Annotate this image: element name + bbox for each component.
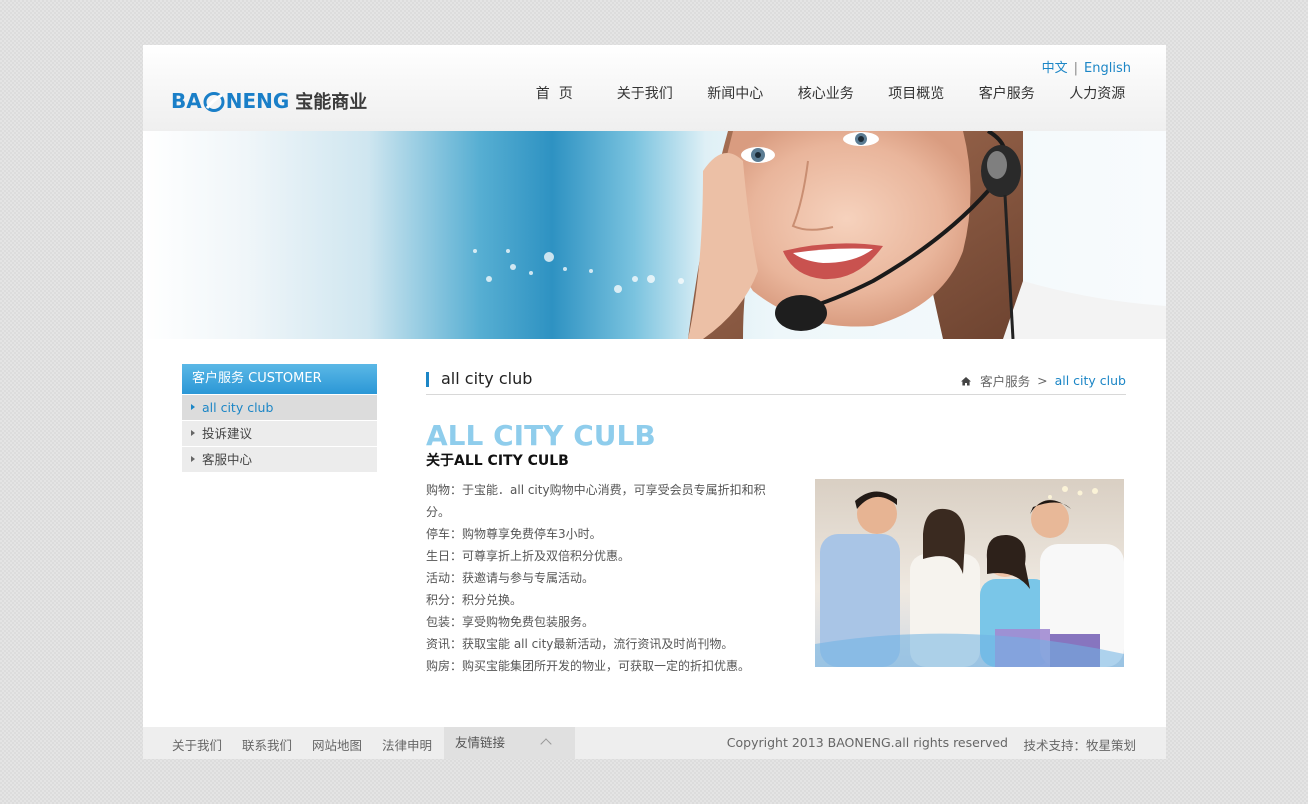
logo-text-cn: 宝能商业 <box>295 92 368 113</box>
sidebar-item-complaints[interactable]: 投诉建议 <box>182 421 377 446</box>
sidebar-item-label: 投诉建议 <box>202 426 253 441</box>
benefit-line: 包装：享受购物免费包装服务。 <box>426 615 595 629</box>
friend-links-label: 友情链接 <box>455 735 506 750</box>
breadcrumb: 客户服务 > all city club <box>960 371 1126 390</box>
footer: 关于我们 联系我们 网站地图 法律申明 友情链接 Copyright 2013 … <box>143 727 1166 759</box>
page-subtitle: 关于ALL CITY CULB <box>426 453 569 469</box>
nav-home[interactable]: 首 页 <box>509 83 600 103</box>
logo-o-icon <box>203 92 225 112</box>
sidebar-title: 客户服务 CUSTOMER SERVICE <box>182 364 377 416</box>
footer-link-sitemap[interactable]: 网站地图 <box>312 735 362 754</box>
benefit-line: 活动：获邀请与参与专属活动。 <box>426 571 595 585</box>
shoppers-illustration <box>815 479 1124 667</box>
caret-right-icon <box>191 456 195 462</box>
benefit-line: 停车：购物尊享免费停车3小时。 <box>426 527 602 541</box>
lang-separator: | <box>1073 61 1079 76</box>
nav-news[interactable]: 新闻中心 <box>690 83 781 103</box>
lang-chinese-link[interactable]: 中文 <box>1042 61 1068 76</box>
sidebar-item-label: 客服中心 <box>202 452 253 467</box>
nav-about[interactable]: 关于我们 <box>600 83 691 103</box>
benefit-line: 生日：可尊享折上折及双倍积分优惠。 <box>426 549 631 563</box>
footer-link-about[interactable]: 关于我们 <box>172 735 222 754</box>
tech-support-text: 技术支持：牧星策划 <box>1023 738 1136 753</box>
benefit-line: 购房：购买宝能集团所开发的物业，可获取一定的折扣优惠。 <box>426 659 751 673</box>
banner-image <box>143 131 1166 339</box>
nav-customer-service[interactable]: 客户服务 <box>962 83 1053 103</box>
sidebar-item-service-center[interactable]: 客服中心 <box>182 447 377 472</box>
footer-link-legal[interactable]: 法律申明 <box>382 735 432 754</box>
sidebar-menu: all city club 投诉建议 客服中心 <box>182 395 377 473</box>
benefit-line: 资讯：获取宝能 all city最新活动，流行资讯及时尚刊物。 <box>426 637 734 651</box>
lang-english-link[interactable]: English <box>1084 61 1131 76</box>
benefit-line: 购物：于宝能．all city购物中心消费，可享受会员专属折扣和积分。 <box>426 483 766 519</box>
content-header: all city club 客户服务 > all city club <box>426 366 1126 395</box>
nav-hr[interactable]: 人力资源 <box>1052 83 1143 103</box>
breadcrumb-current[interactable]: all city club <box>1055 373 1126 388</box>
logo-text-left: BA <box>171 89 202 113</box>
language-switch: 中文 | English <box>1042 57 1131 76</box>
shoppers-photo <box>815 479 1124 667</box>
logo-text-right: NENG <box>225 89 290 113</box>
breadcrumb-separator: > <box>1037 373 1048 388</box>
page-title: ALL CITY CULB <box>426 419 656 452</box>
logo[interactable]: BA NENG 宝能商业 <box>171 88 367 114</box>
header: BA NENG 宝能商业 中文 | English 首 页 关于我们 新闻中心 核心… <box>143 45 1166 131</box>
footer-link-contact[interactable]: 联系我们 <box>242 735 292 754</box>
sidebar-item-all-city-club[interactable]: all city club <box>182 395 377 420</box>
home-icon[interactable] <box>960 375 972 387</box>
sidebar-item-label: all city club <box>202 400 274 415</box>
nav-projects[interactable]: 项目概览 <box>871 83 962 103</box>
nav-business[interactable]: 核心业务 <box>781 83 872 103</box>
banner-illustration <box>473 131 1166 339</box>
page-container: BA NENG 宝能商业 中文 | English 首 页 关于我们 新闻中心 核心… <box>143 45 1166 759</box>
chevron-up-icon <box>540 738 552 750</box>
benefit-line: 积分：积分兑换。 <box>426 593 523 607</box>
footer-links: 关于我们 联系我们 网站地图 法律申明 <box>172 735 452 754</box>
friend-links-dropdown[interactable]: 友情链接 <box>444 727 575 759</box>
copyright-text: Copyright 2013 BAONENG.all rights reserv… <box>726 735 1008 750</box>
benefits-list: 购物：于宝能．all city购物中心消费，可享受会员专属折扣和积分。 停车：购… <box>426 479 771 677</box>
breadcrumb-parent[interactable]: 客户服务 <box>980 371 1030 390</box>
caret-right-icon <box>191 430 195 436</box>
content-heading: all city club <box>441 369 533 388</box>
main-nav: 首 页 关于我们 新闻中心 核心业务 项目概览 客户服务 人力资源 <box>509 83 1143 103</box>
caret-right-icon <box>191 404 195 410</box>
title-accent-bar <box>426 372 429 387</box>
